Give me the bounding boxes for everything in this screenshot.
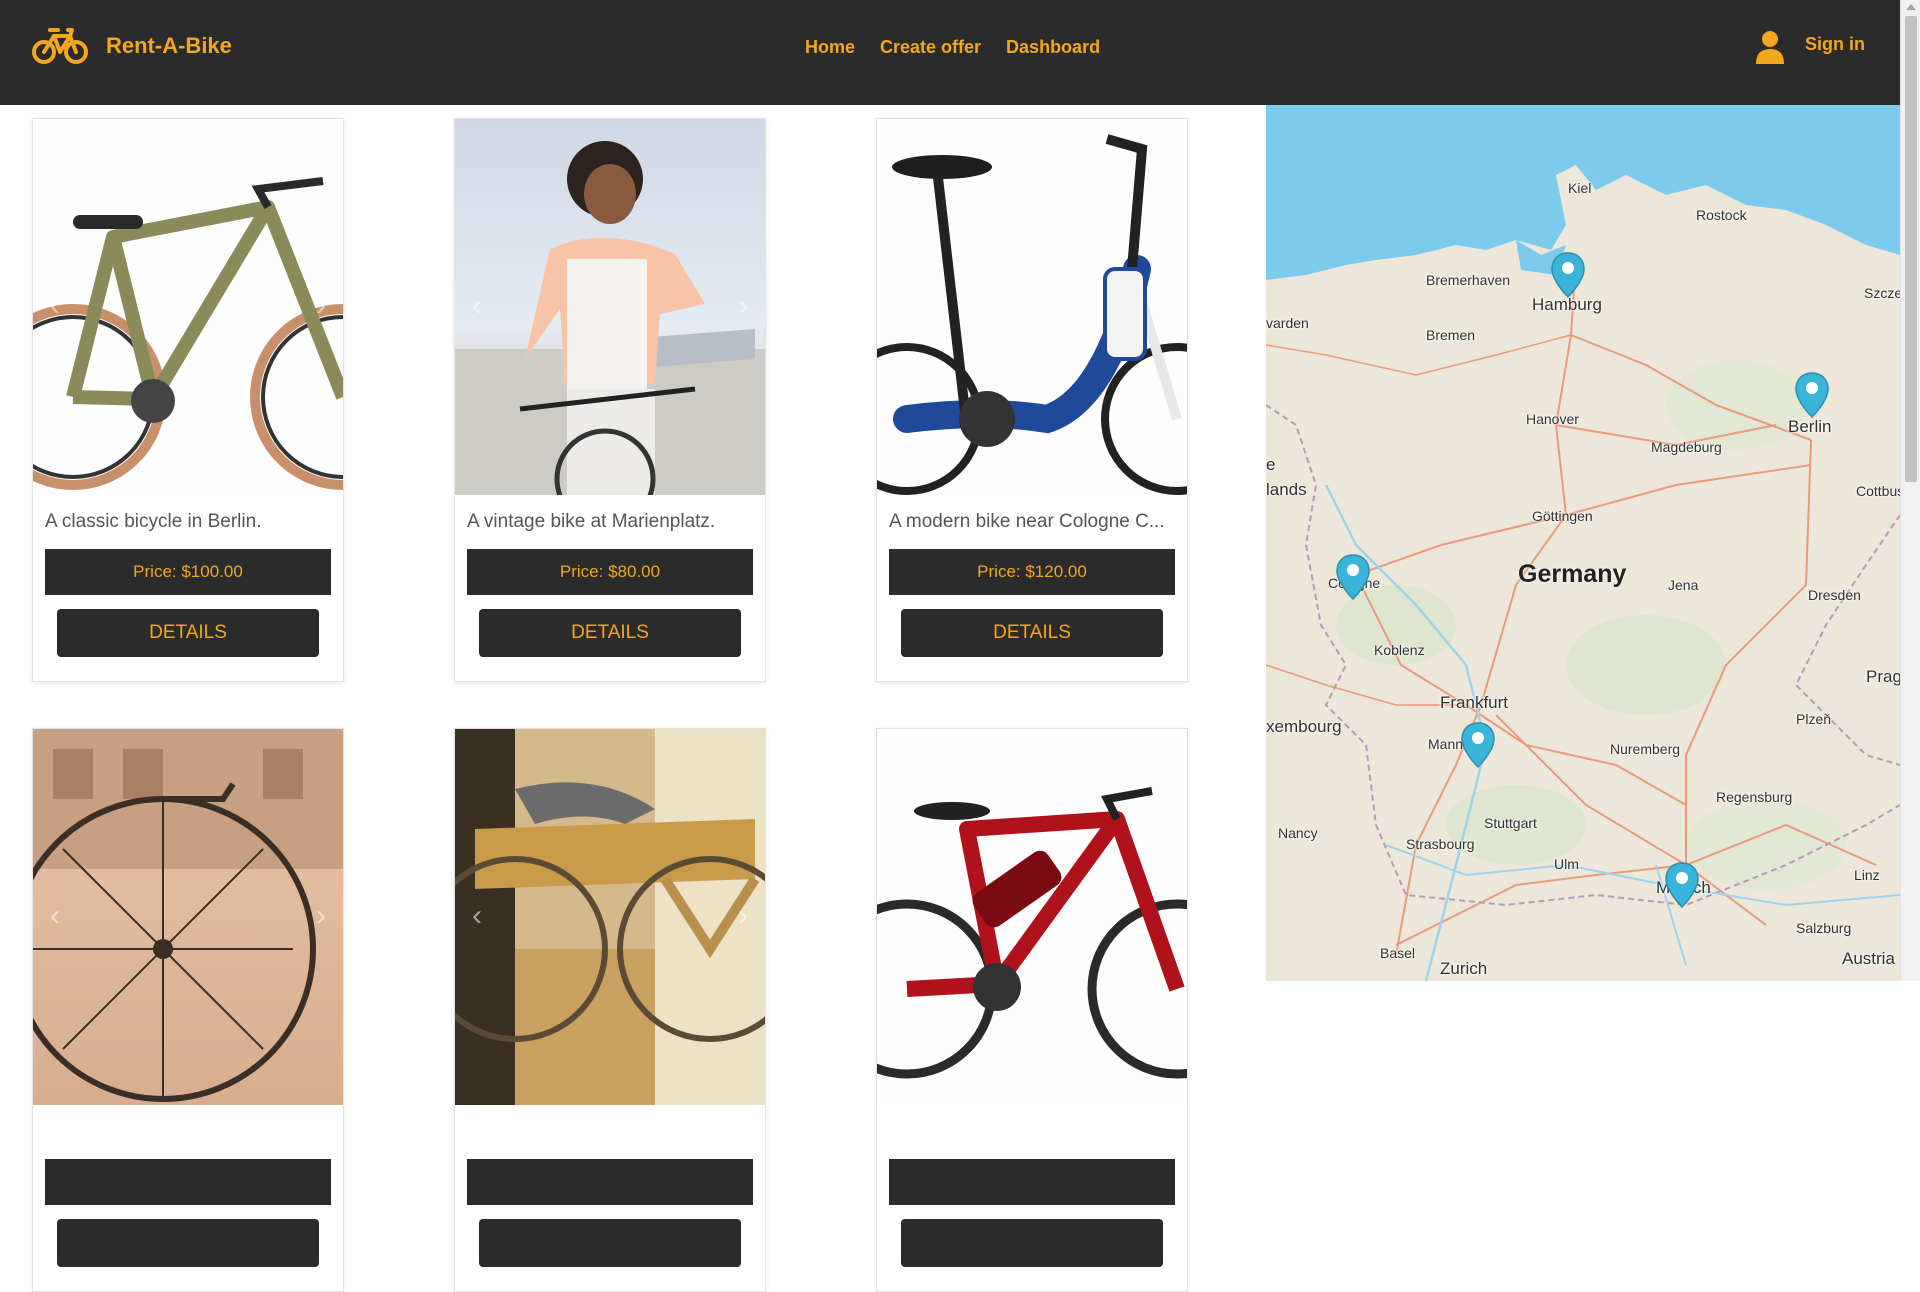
listing-image-carousel: ‹ › bbox=[33, 729, 343, 1105]
sign-in-label: Sign in bbox=[1805, 33, 1865, 54]
map-marker-mannheim[interactable] bbox=[1460, 721, 1496, 769]
map-label-cottbus: Cottbus bbox=[1856, 483, 1900, 499]
listing-price bbox=[45, 1159, 331, 1205]
listing-description: A modern bike near Cologne C... bbox=[889, 511, 1165, 532]
user-icon bbox=[1756, 31, 1784, 64]
listing-card: ‹ › bbox=[32, 728, 344, 1292]
listing-description bbox=[889, 1121, 1175, 1145]
map-label-koblenz: Koblenz bbox=[1374, 642, 1425, 658]
listing-image-carousel: ‹ › bbox=[33, 119, 343, 495]
map-marker-munich[interactable] bbox=[1664, 861, 1700, 909]
map-base bbox=[1266, 105, 1900, 981]
details-button[interactable] bbox=[479, 1219, 741, 1267]
listing-image-carousel bbox=[877, 729, 1187, 1105]
map-label-zurich: Zurich bbox=[1440, 959, 1488, 978]
penny-farthing-image bbox=[33, 729, 343, 1102]
page-scrollbar[interactable] bbox=[1900, 0, 1920, 981]
listing-price bbox=[889, 1159, 1175, 1205]
carousel-next-icon[interactable]: › bbox=[309, 291, 333, 321]
map-label-nancy: Nancy bbox=[1278, 825, 1318, 841]
map-marker-cologne[interactable] bbox=[1335, 553, 1371, 601]
details-button[interactable]: DETAILS bbox=[479, 609, 741, 657]
map-label-prague: Prague bbox=[1866, 667, 1900, 686]
map-label-bremen: Bremen bbox=[1426, 327, 1476, 343]
details-button[interactable]: DETAILS bbox=[57, 609, 319, 657]
map-label-frankfurt: Frankfurt bbox=[1440, 693, 1509, 712]
listing-price: Price: $120.00 bbox=[889, 549, 1175, 595]
mountain-bike-image bbox=[33, 177, 343, 490]
listing-price: Price: $80.00 bbox=[467, 549, 753, 595]
nav-dashboard-link[interactable]: Dashboard bbox=[1006, 37, 1100, 58]
map-label-hanover: Hanover bbox=[1526, 411, 1579, 427]
details-button[interactable] bbox=[901, 1219, 1163, 1267]
listing-description bbox=[467, 1121, 753, 1145]
listing-card bbox=[876, 728, 1188, 1292]
map-label-dresden: Dresden bbox=[1808, 587, 1861, 603]
carousel-prev-icon[interactable]: ‹ bbox=[465, 901, 489, 931]
listing-card: A modern bike near Cologne C... Price: $… bbox=[876, 118, 1188, 682]
map-label-gottingen: Göttingen bbox=[1532, 508, 1593, 524]
map-label-fragment: e bbox=[1266, 455, 1276, 474]
map-label-ulm: Ulm bbox=[1554, 856, 1579, 872]
wooden-draisine-image bbox=[455, 729, 765, 1105]
map-label-regensburg: Regensburg bbox=[1716, 789, 1793, 805]
navbar: Rent-A-Bike Home Create offer Dashboard … bbox=[0, 0, 1900, 105]
listing-image-carousel: ‹ › bbox=[455, 119, 765, 495]
map-label-basel: Basel bbox=[1380, 945, 1416, 961]
map-label-nuremberg: Nuremberg bbox=[1610, 741, 1681, 757]
listing-card: ‹ › A classic bicycle in Berlin. Price: … bbox=[32, 118, 344, 682]
bicycle-logo-icon bbox=[32, 28, 88, 64]
main-nav: Home Create offer Dashboard bbox=[805, 37, 1125, 58]
map-marker-berlin[interactable] bbox=[1794, 371, 1830, 419]
map-label-leeuwarden: varden bbox=[1266, 315, 1309, 331]
listing-description bbox=[45, 1121, 331, 1145]
listing-description: A classic bicycle in Berlin. bbox=[45, 511, 262, 532]
map-label-stuttgart: Stuttgart bbox=[1484, 815, 1537, 831]
listing-image-carousel: ‹ › bbox=[455, 729, 765, 1105]
listing-card: ‹ › A vintage bike at Marienplatz. Price… bbox=[454, 118, 766, 682]
map-label-netherlands: lands bbox=[1266, 480, 1307, 499]
sign-in-button[interactable]: Sign in bbox=[1755, 30, 1865, 64]
map-label-plzen: Plzeň bbox=[1796, 711, 1832, 727]
scroll-thumb[interactable] bbox=[1905, 16, 1917, 482]
map-label-rostock: Rostock bbox=[1696, 207, 1747, 223]
carousel-prev-icon[interactable]: ‹ bbox=[465, 291, 489, 321]
listing-description: A vintage bike at Marienplatz. bbox=[467, 511, 716, 532]
details-button[interactable] bbox=[57, 1219, 319, 1267]
details-button[interactable]: DETAILS bbox=[901, 609, 1163, 657]
map-label-jena: Jena bbox=[1668, 577, 1699, 593]
map-label-szczecin: Szczecin bbox=[1864, 285, 1900, 301]
map-label-kiel: Kiel bbox=[1568, 180, 1592, 196]
nav-home-link[interactable]: Home bbox=[805, 37, 855, 58]
nav-create-offer-link[interactable]: Create offer bbox=[880, 37, 981, 58]
carousel-next-icon[interactable]: › bbox=[309, 901, 333, 931]
listing-price bbox=[467, 1159, 753, 1205]
listings-map[interactable]: Kiel Rostock Bremerhaven Hamburg Bremen … bbox=[1266, 105, 1900, 981]
carousel-next-icon[interactable]: › bbox=[731, 291, 755, 321]
carousel-prev-icon[interactable]: ‹ bbox=[43, 901, 67, 931]
map-label-magdeburg: Magdeburg bbox=[1651, 439, 1722, 455]
map-label-berlin: Berlin bbox=[1788, 417, 1832, 436]
map-label-linz: Linz bbox=[1854, 867, 1880, 883]
brand-name: Rent-A-Bike bbox=[106, 33, 232, 58]
listing-card: ‹ › bbox=[454, 728, 766, 1292]
listing-price: Price: $100.00 bbox=[45, 549, 331, 595]
map-marker-hamburg[interactable] bbox=[1550, 251, 1586, 299]
cyclist-photo-image bbox=[455, 141, 765, 495]
map-label-salzburg: Salzburg bbox=[1796, 920, 1852, 936]
carousel-next-icon[interactable]: › bbox=[731, 901, 755, 931]
brand[interactable]: Rent-A-Bike bbox=[32, 24, 232, 68]
listing-image-carousel bbox=[877, 119, 1187, 495]
folding-bike-image bbox=[877, 134, 1187, 495]
red-ebike-image bbox=[877, 787, 1187, 1079]
map-label-luxembourg: xembourg bbox=[1266, 717, 1342, 736]
map-label-germany: Germany bbox=[1518, 560, 1627, 588]
map-label-austria: Austria bbox=[1842, 949, 1895, 968]
scroll-up-arrow-icon[interactable] bbox=[1906, 4, 1916, 10]
map-label-strasbourg: Strasbourg bbox=[1406, 836, 1475, 852]
map-label-bremerhaven: Bremerhaven bbox=[1426, 272, 1511, 288]
carousel-prev-icon[interactable]: ‹ bbox=[43, 291, 67, 321]
